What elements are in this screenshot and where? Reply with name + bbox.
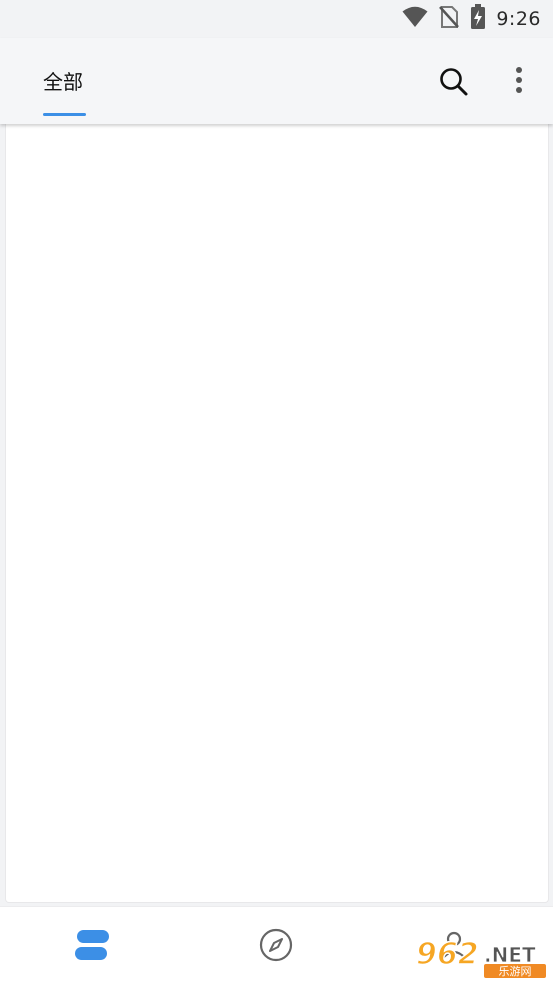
watermark-logo: 962 .NET 乐游网 xyxy=(414,934,549,980)
more-options-button[interactable] xyxy=(503,62,535,102)
tab-all-label: 全部 xyxy=(43,70,83,94)
status-time: 9:26 xyxy=(496,8,541,30)
app-bar: 全部 xyxy=(0,38,553,124)
nav-bookshelf[interactable] xyxy=(70,925,114,969)
bookshelf-icon xyxy=(73,928,110,966)
more-vert-icon xyxy=(503,67,535,106)
no-sim-icon xyxy=(438,5,460,33)
svg-text:乐游网: 乐游网 xyxy=(499,965,532,978)
status-icons: 9:26 xyxy=(402,4,541,34)
tab-active-indicator xyxy=(43,113,86,116)
bookshelf-content xyxy=(5,124,549,903)
nav-discover[interactable] xyxy=(254,925,298,969)
wifi-icon xyxy=(402,6,428,32)
bottom-nav: 962 .NET 乐游网 xyxy=(0,906,553,984)
svg-text:.NET: .NET xyxy=(484,943,536,967)
status-bar: 9:26 xyxy=(0,0,553,38)
search-button[interactable] xyxy=(434,62,474,102)
search-icon xyxy=(434,68,474,106)
compass-icon xyxy=(258,927,294,967)
tab-all[interactable]: 全部 xyxy=(43,58,86,118)
battery-charging-icon xyxy=(470,4,486,34)
svg-text:962: 962 xyxy=(416,937,479,972)
